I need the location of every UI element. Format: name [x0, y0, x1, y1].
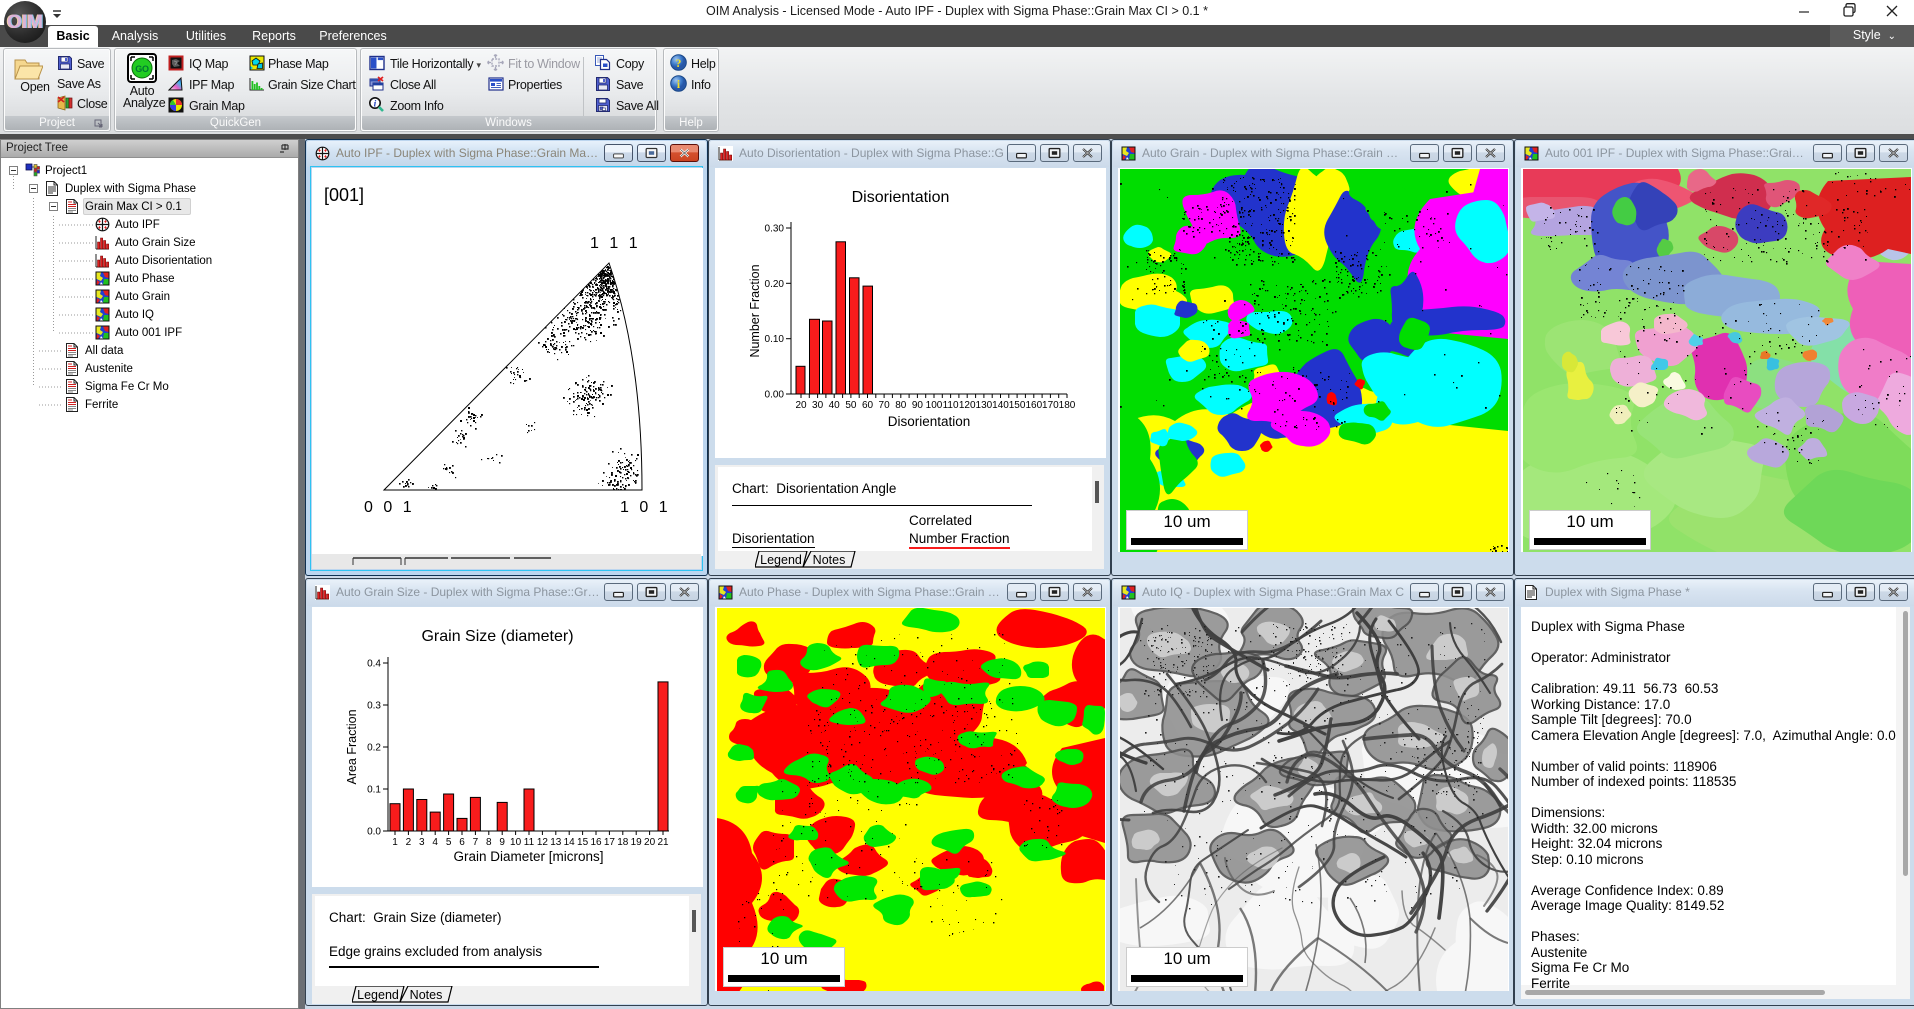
svg-text:i: i: [374, 100, 377, 110]
svg-text:1: 1: [392, 837, 398, 848]
svg-text:10: 10: [510, 837, 522, 848]
svg-text:1 0 1: 1 0 1: [620, 499, 671, 516]
svg-text:18: 18: [617, 837, 629, 848]
svg-text:12: 12: [537, 837, 549, 848]
svg-text:Disorientation: Disorientation: [888, 414, 971, 429]
svg-text:40: 40: [829, 400, 841, 411]
svg-text:0.4: 0.4: [367, 659, 381, 670]
svg-text:50: 50: [845, 400, 857, 411]
svg-text:2: 2: [406, 837, 412, 848]
svg-text:9: 9: [499, 837, 505, 848]
svg-text:3: 3: [419, 837, 425, 848]
svg-text:GO: GO: [135, 64, 149, 74]
svg-text:20: 20: [795, 400, 807, 411]
svg-text:14: 14: [564, 837, 576, 848]
svg-text:130: 130: [976, 400, 993, 411]
svg-text:4: 4: [432, 837, 438, 848]
svg-text:5: 5: [446, 837, 452, 848]
svg-text:Legend: Legend: [760, 553, 802, 567]
svg-text:13: 13: [550, 837, 562, 848]
svg-text:120: 120: [959, 400, 976, 411]
svg-text:90: 90: [912, 400, 924, 411]
svg-text:100: 100: [926, 400, 943, 411]
svg-text:0.30: 0.30: [765, 224, 785, 235]
svg-text:0.10: 0.10: [765, 334, 785, 345]
svg-text:17: 17: [604, 837, 616, 848]
svg-text:6: 6: [459, 837, 465, 848]
svg-text:[001]: [001]: [324, 185, 364, 205]
svg-text:?: ?: [676, 58, 682, 70]
svg-text:15: 15: [577, 837, 589, 848]
svg-text:19: 19: [631, 837, 643, 848]
svg-text:8: 8: [486, 837, 492, 848]
svg-text:30: 30: [812, 400, 824, 411]
svg-text:0.3: 0.3: [367, 701, 381, 712]
svg-text:170: 170: [1042, 400, 1059, 411]
svg-text:80: 80: [895, 400, 907, 411]
svg-text:Area Fraction: Area Fraction: [345, 709, 359, 784]
svg-text:7: 7: [473, 837, 479, 848]
svg-text:0 0 1: 0 0 1: [364, 499, 415, 516]
svg-text:11: 11: [524, 837, 535, 848]
svg-text:Disorientation: Disorientation: [852, 189, 950, 206]
svg-text:140: 140: [992, 400, 1009, 411]
svg-text:180: 180: [1059, 400, 1076, 411]
svg-text:Grain Size (diameter): Grain Size (diameter): [421, 628, 573, 645]
svg-text:0.2: 0.2: [367, 743, 381, 754]
svg-text:160: 160: [1025, 400, 1042, 411]
svg-text:20: 20: [644, 837, 656, 848]
svg-text:70: 70: [879, 400, 891, 411]
svg-text:16: 16: [590, 837, 602, 848]
svg-text:150: 150: [1009, 400, 1026, 411]
svg-text:1 1 1: 1 1 1: [590, 235, 641, 252]
svg-text:Grain Diameter [microns]: Grain Diameter [microns]: [453, 849, 603, 864]
svg-text:0.00: 0.00: [765, 390, 785, 401]
svg-text:Legend: Legend: [357, 988, 399, 1002]
svg-text:110: 110: [943, 400, 959, 411]
svg-text:0.20: 0.20: [765, 279, 785, 290]
svg-text:Notes: Notes: [410, 988, 443, 1002]
svg-text:Notes: Notes: [813, 553, 846, 567]
svg-text:21: 21: [657, 837, 669, 848]
svg-text:Number Fraction: Number Fraction: [748, 264, 762, 357]
svg-text:0.0: 0.0: [367, 827, 381, 838]
svg-text:60: 60: [862, 400, 874, 411]
svg-text:0.1: 0.1: [367, 785, 381, 796]
